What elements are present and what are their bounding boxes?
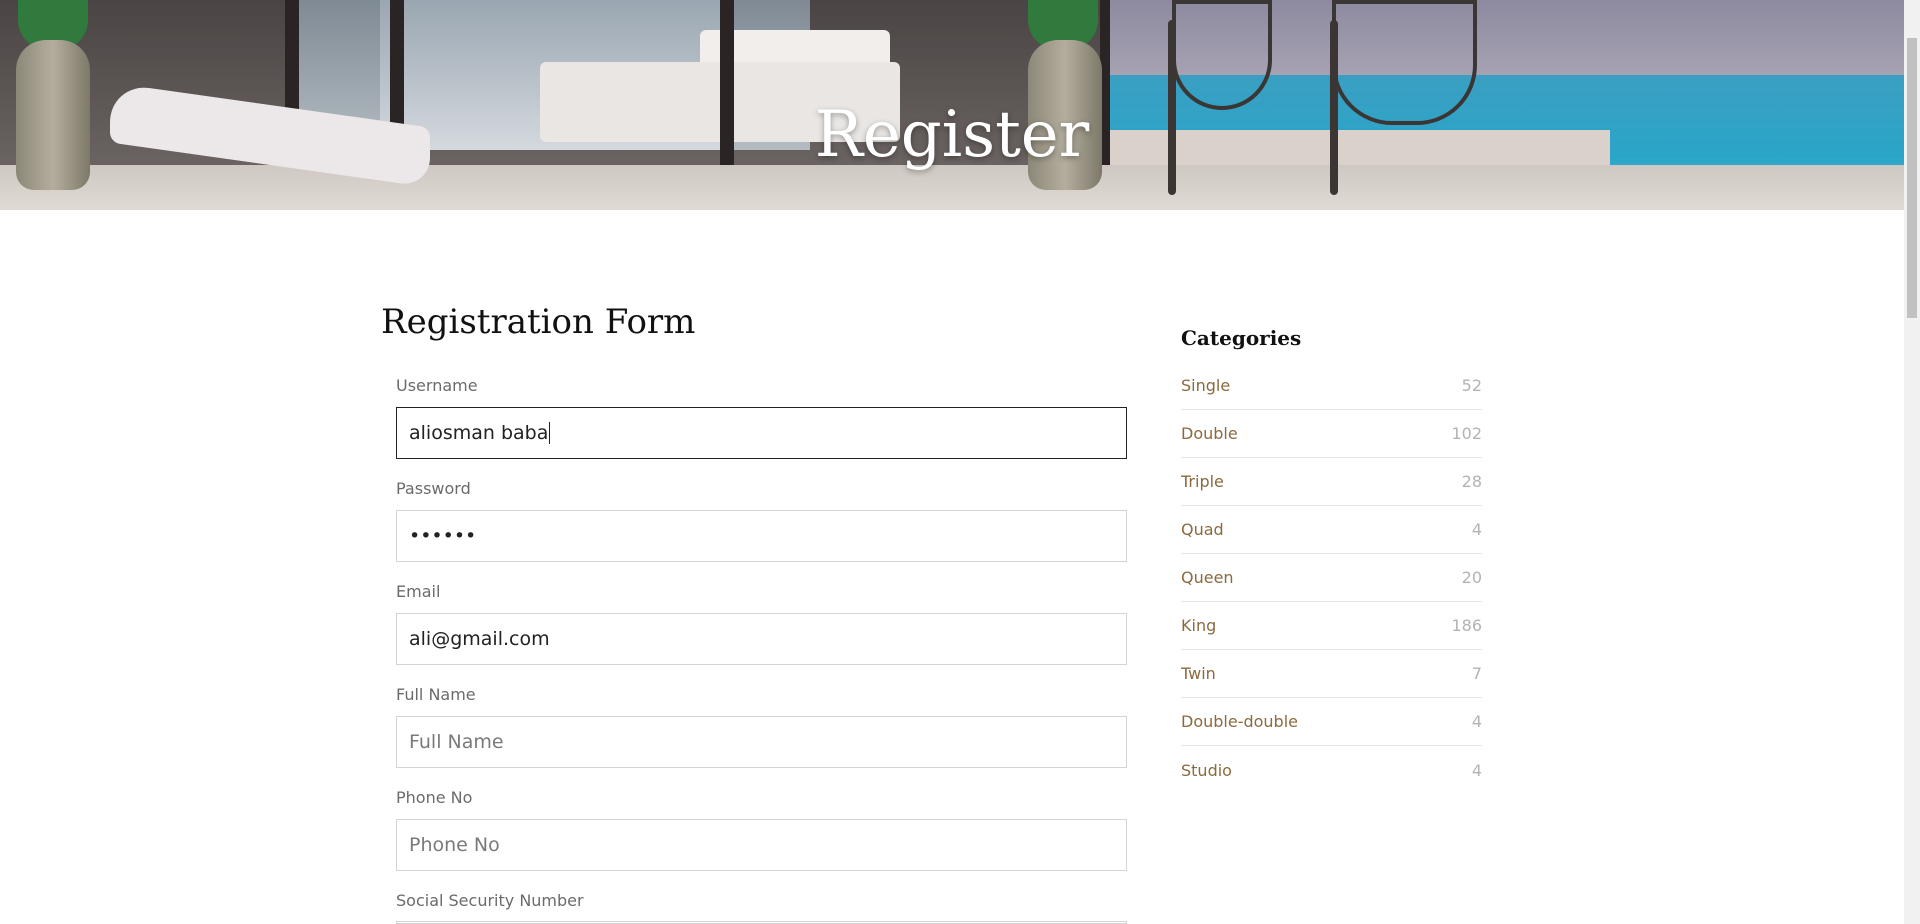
phone-no-input[interactable]: Phone No bbox=[396, 819, 1127, 871]
text-caret bbox=[549, 422, 551, 444]
category-count: 4 bbox=[1471, 712, 1482, 731]
username-input[interactable]: aliosman baba bbox=[396, 407, 1127, 459]
page-title: Register bbox=[814, 98, 1090, 172]
category-name[interactable]: Triple bbox=[1181, 472, 1224, 491]
category-count: 4 bbox=[1471, 760, 1482, 780]
scrollbar-thumb[interactable] bbox=[1907, 38, 1917, 318]
email-input[interactable]: ali@gmail.com bbox=[396, 613, 1127, 665]
category-item[interactable]: Triple 28 bbox=[1181, 458, 1482, 506]
username-label: Username bbox=[396, 376, 478, 395]
category-item[interactable]: Queen 20 bbox=[1181, 554, 1482, 602]
password-label: Password bbox=[396, 479, 471, 498]
category-item[interactable]: King 186 bbox=[1181, 602, 1482, 650]
categories-title: Categories bbox=[1181, 326, 1302, 350]
category-item[interactable]: Quad 4 bbox=[1181, 506, 1482, 554]
page-scrollbar[interactable] bbox=[1904, 0, 1920, 924]
email-label: Email bbox=[396, 582, 441, 601]
category-name[interactable]: King bbox=[1181, 616, 1216, 635]
category-item[interactable]: Double-double 4 bbox=[1181, 698, 1482, 746]
category-name[interactable]: Queen bbox=[1181, 568, 1234, 587]
full-name-label: Full Name bbox=[396, 685, 476, 704]
category-name[interactable]: Double-double bbox=[1181, 712, 1298, 731]
category-name[interactable]: Quad bbox=[1181, 520, 1224, 539]
password-input[interactable]: •••••• bbox=[396, 510, 1127, 562]
hero-banner: Register bbox=[0, 0, 1904, 210]
category-item[interactable]: Studio 4 bbox=[1181, 746, 1482, 794]
username-value: aliosman baba bbox=[409, 422, 549, 444]
category-name[interactable]: Twin bbox=[1181, 664, 1216, 683]
category-count: 4 bbox=[1471, 520, 1482, 539]
phone-no-placeholder: Phone No bbox=[409, 834, 500, 856]
password-value: •••••• bbox=[409, 525, 477, 547]
category-count: 28 bbox=[1461, 472, 1482, 491]
full-name-placeholder: Full Name bbox=[409, 731, 504, 753]
category-name[interactable]: Single bbox=[1181, 376, 1230, 395]
hero-egg-chair bbox=[1172, 0, 1272, 110]
category-count: 102 bbox=[1451, 424, 1482, 443]
email-value: ali@gmail.com bbox=[409, 628, 550, 650]
category-item[interactable]: Twin 7 bbox=[1181, 650, 1482, 698]
category-count: 7 bbox=[1471, 664, 1482, 683]
category-name[interactable]: Double bbox=[1181, 424, 1238, 443]
category-item[interactable]: Single 52 bbox=[1181, 362, 1482, 410]
full-name-input[interactable]: Full Name bbox=[396, 716, 1127, 768]
phone-no-label: Phone No bbox=[396, 788, 473, 807]
category-count: 186 bbox=[1451, 616, 1482, 635]
form-title: Registration Form bbox=[381, 302, 696, 342]
category-name[interactable]: Studio bbox=[1181, 761, 1232, 780]
ssn-label: Social Security Number bbox=[396, 891, 584, 910]
category-item[interactable]: Double 102 bbox=[1181, 410, 1482, 458]
category-count: 20 bbox=[1461, 568, 1482, 587]
categories-list: Single 52 Double 102 Triple 28 Quad 4 Queen 2… bbox=[1181, 362, 1482, 794]
category-count: 52 bbox=[1461, 376, 1482, 395]
